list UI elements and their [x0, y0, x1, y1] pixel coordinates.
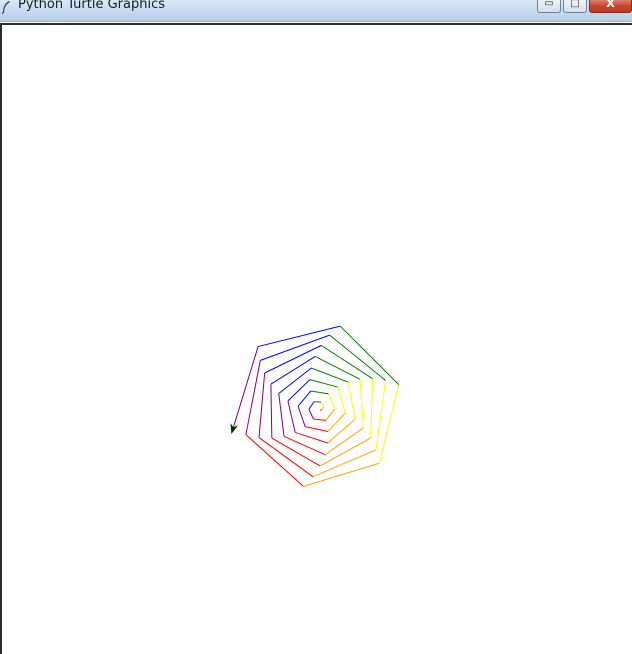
spiral-segment	[270, 384, 273, 439]
spiral-segment	[278, 367, 312, 394]
spiral-segment	[375, 380, 387, 451]
spiral-segment	[303, 462, 380, 487]
spiral-segment	[310, 390, 329, 395]
spiral-segment	[319, 437, 371, 467]
spiral-segment	[321, 406, 325, 411]
spiral-segment	[287, 379, 311, 402]
spiral-segment	[308, 409, 314, 420]
spiral-segment	[308, 401, 315, 410]
spiral-segment	[245, 434, 304, 487]
spiral-segment	[325, 408, 336, 421]
minimize-icon: ▭	[544, 0, 554, 9]
spiral-segment	[295, 431, 328, 444]
spiral-segment	[258, 372, 266, 438]
window-title: Python Turtle Graphics	[18, 0, 165, 12]
minimize-button[interactable]: ▭	[537, 0, 561, 13]
spiral-segment	[320, 401, 325, 408]
spiral-segment	[370, 378, 374, 439]
spiral-segment	[329, 334, 386, 381]
spiral-segment	[305, 426, 329, 432]
spiral-segment	[287, 400, 296, 433]
spiral-segment	[245, 360, 261, 435]
spiral-segment	[297, 390, 312, 407]
close-button[interactable]: X	[589, 0, 632, 13]
spiral-segment	[283, 435, 326, 456]
spiral-segment	[312, 449, 377, 478]
spiral-segment	[309, 379, 338, 388]
feather-icon	[1, 1, 10, 15]
spiral-segment	[260, 334, 330, 361]
spiral-segment	[337, 386, 346, 414]
spiral-segment	[347, 382, 356, 420]
spiral-segment	[327, 419, 356, 444]
spiral-segment	[297, 406, 306, 427]
spiral-segment	[359, 379, 364, 428]
spiral-drawing	[2, 25, 632, 654]
close-icon: X	[606, 0, 615, 10]
spiral-segment	[327, 412, 346, 432]
spiral-segment	[324, 427, 364, 456]
spiral-segment	[313, 418, 327, 421]
maximize-icon: □	[570, 0, 580, 9]
title-bar[interactable]: Python Turtle Graphics ▭ □ X	[0, 0, 632, 22]
spiral-segment	[339, 325, 400, 385]
spiral-segment	[314, 355, 361, 380]
turtle-cursor-icon	[230, 423, 239, 434]
turtle-canvas[interactable]	[0, 23, 632, 654]
spiral-segment	[328, 393, 336, 410]
spiral-segment	[378, 384, 400, 464]
spiral-segment	[232, 346, 259, 430]
spiral-segment	[278, 393, 285, 437]
maximize-button[interactable]: □	[563, 0, 587, 13]
